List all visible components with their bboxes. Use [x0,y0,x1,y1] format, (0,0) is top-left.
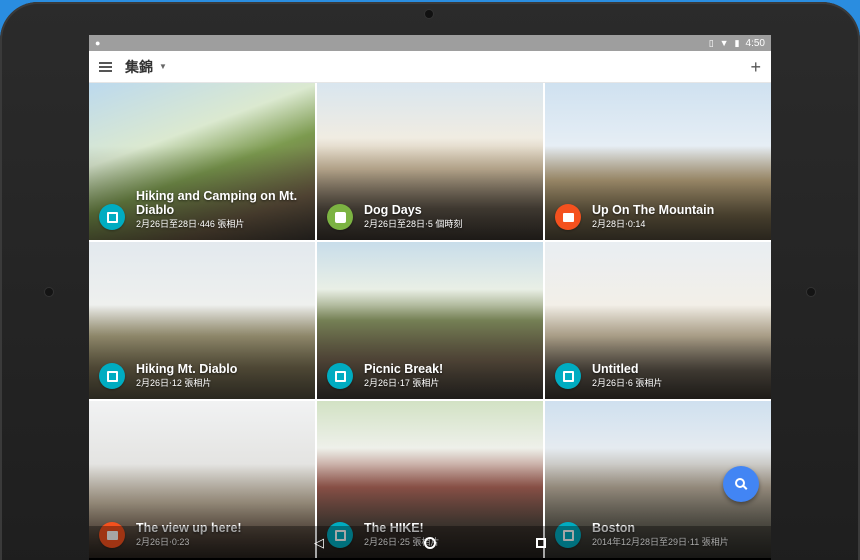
album-subtitle: 2月26日‧6 張相片 [592,378,663,388]
album-subtitle: 2月26日‧12 張相片 [136,378,212,388]
album-icon [106,370,118,382]
album-subtitle: 2月26日‧17 張相片 [364,378,440,388]
album-icon [334,370,346,382]
search-icon [735,478,745,488]
bezel-sensor-right [807,288,815,296]
battery-icon: ▮ [734,37,740,48]
front-camera [425,10,433,18]
recents-icon [536,538,546,548]
location-pin-icon: ● [95,37,101,48]
app-bar: 集錦 ▼ + [89,51,771,83]
story-icon [334,211,346,223]
album-badge [555,204,581,230]
back-icon: ◁ [314,535,324,550]
home-icon [424,537,436,549]
page-title[interactable]: 集錦 [125,57,153,77]
album-title: Dog Days [364,203,422,217]
album-subtitle: 2月26日至28日‧446 張相片 [136,219,245,229]
dropdown-arrow-icon[interactable]: ▼ [159,62,167,71]
recents-button[interactable] [533,535,549,551]
album-subtitle: 2月26日至28日‧5 個時刻 [364,219,463,229]
status-bar: ● ▯ ▼ ▮ 4:50 [89,35,771,51]
search-fab[interactable] [723,466,759,502]
album-badge [327,204,353,230]
album-tile[interactable]: Dog Days 2月26日至28日‧5 個時刻 [317,83,543,240]
album-badge [327,363,353,389]
add-icon[interactable]: + [750,58,761,76]
album-tile[interactable]: Up On The Mountain 2月28日‧0:14 [545,83,771,240]
device-screen: ● ▯ ▼ ▮ 4:50 集錦 ▼ + Hiking and Camping o… [89,35,771,560]
back-button[interactable]: ◁ [311,535,327,551]
home-button[interactable] [422,535,438,551]
album-tile[interactable]: Untitled 2月26日‧6 張相片 [545,242,771,399]
album-icon [106,211,118,223]
album-badge [555,363,581,389]
menu-icon[interactable] [99,61,113,72]
album-tile[interactable]: Hiking and Camping on Mt. Diablo 2月26日至28… [89,83,315,240]
album-subtitle: 2月28日‧0:14 [592,219,646,229]
album-badge [99,204,125,230]
vibrate-icon: ▯ [708,37,714,48]
movie-icon [562,212,574,222]
album-title: Up On The Mountain [592,203,715,217]
bezel-sensor-left [45,288,53,296]
album-icon [562,370,574,382]
wifi-icon: ▼ [719,37,729,48]
album-tile[interactable]: Hiking Mt. Diablo 2月26日‧12 張相片 [89,242,315,399]
album-tile[interactable]: Picnic Break! 2月26日‧17 張相片 [317,242,543,399]
album-title: Hiking and Camping on Mt. Diablo [136,189,298,217]
album-title: Hiking Mt. Diablo [136,362,238,376]
status-time: 4:50 [745,37,765,49]
album-title: Picnic Break! [364,362,444,376]
navigation-bar: ◁ [89,526,771,560]
album-grid: Hiking and Camping on Mt. Diablo 2月26日至28… [89,83,771,558]
album-title: Untitled [592,362,639,376]
status-icons: ▯ ▼ ▮ 4:50 [709,38,765,49]
album-badge [99,363,125,389]
